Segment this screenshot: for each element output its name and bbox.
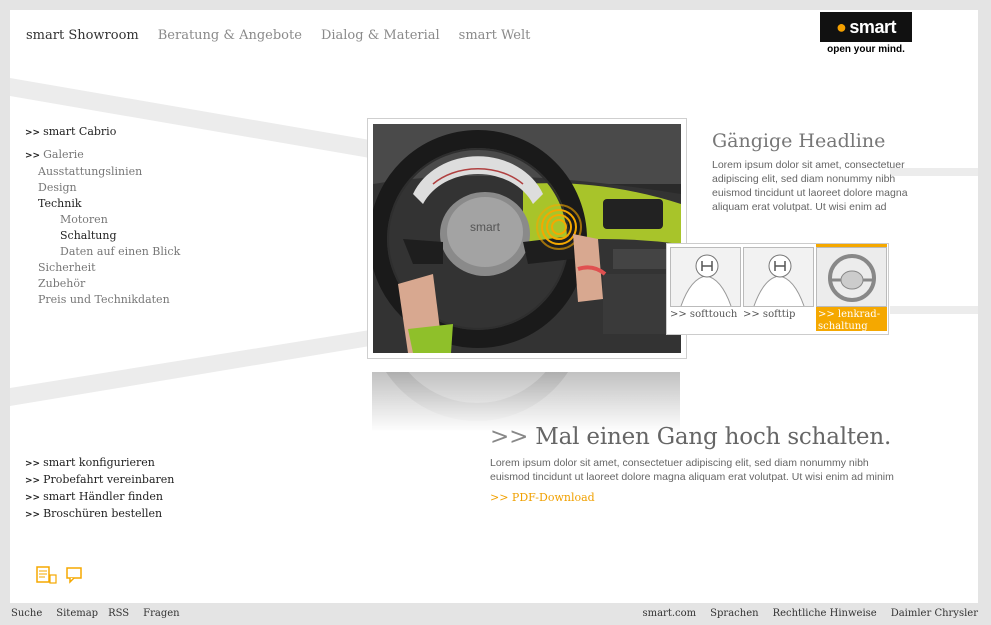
section-headline: Gängige Headline — [712, 130, 886, 152]
thumb-label: >> lenkrad-schaltung — [818, 309, 881, 332]
footer-link-smart-com[interactable]: smart.com — [642, 608, 696, 619]
headline-body-text: Lorem ipsum dolor sit amet, consectetuer… — [712, 159, 908, 213]
headline-arrow: >> — [490, 424, 529, 450]
action-label: Probefahrt vereinbaren — [43, 473, 175, 486]
document-icon[interactable] — [36, 566, 58, 584]
sidebar-item-zubehoer[interactable]: Zubehör — [25, 276, 180, 292]
arrow-icon: >> — [25, 510, 41, 520]
action-label: smart Händler finden — [43, 490, 164, 503]
sidebar-item-ausstattungslinien[interactable]: Ausstattungslinien — [25, 164, 180, 180]
nav-smart-showroom[interactable]: smart Showroom — [26, 28, 139, 43]
footer-left-links: Suche Sitemap RSS Fragen — [11, 608, 180, 619]
footer: Suche Sitemap RSS Fragen smart.com Sprac… — [0, 603, 991, 625]
thumb-label: >> softtouch — [670, 309, 738, 320]
footer-link-rss[interactable]: RSS — [108, 608, 129, 619]
action-label: Broschüren bestellen — [43, 507, 163, 520]
main-headline: >> Mal einen Gang hoch schalten. — [490, 424, 891, 450]
sidenav-head-label: smart Cabrio — [43, 125, 117, 138]
gear-lever-icon — [670, 247, 741, 307]
footer-link-suche[interactable]: Suche — [11, 608, 42, 619]
nav-beratung-angebote[interactable]: Beratung & Angebote — [158, 28, 302, 43]
footer-link-sitemap[interactable]: Sitemap — [56, 608, 98, 619]
arrow-icon: >> — [25, 493, 41, 503]
footer-link-fragen[interactable]: Fragen — [143, 608, 179, 619]
thumb-softtip[interactable]: >> softtip — [743, 247, 814, 331]
thumb-label: >> softtip — [743, 309, 796, 320]
chat-icon[interactable] — [66, 566, 84, 584]
arrow-icon: >> — [25, 151, 41, 161]
footer-link-sprachen[interactable]: Sprachen — [710, 608, 758, 619]
pdf-download-link[interactable]: >> PDF-Download — [490, 491, 595, 504]
logo-box: ● smart — [820, 12, 912, 42]
gearshift-thumbnails: >> softtouch >> softtip >> lenkrad-schal… — [666, 243, 889, 335]
main-body-text: Lorem ipsum dolor sit amet, consectetuer… — [490, 457, 894, 483]
headline-text: Mal einen Gang hoch schalten. — [535, 424, 892, 450]
steering-wheel-photo: smart — [367, 118, 687, 359]
nav-dialog-material[interactable]: Dialog & Material — [321, 28, 440, 43]
arrow-icon: >> — [25, 128, 41, 138]
thumb-lenkradschaltung[interactable]: >> lenkrad-schaltung — [816, 244, 887, 332]
action-broschueren[interactable]: >> Broschüren bestellen — [25, 506, 174, 523]
sidebar-item-technik[interactable]: Technik — [25, 196, 180, 212]
gear-lever-icon — [743, 247, 814, 307]
top-nav: smart Showroom Beratung & Angebote Dialo… — [26, 28, 549, 43]
sidebar-item-galerie[interactable]: >> Galerie — [25, 147, 180, 164]
logo-wordmark: smart — [849, 16, 896, 37]
footer-link-rechtliche-hinweise[interactable]: Rechtliche Hinweise — [773, 608, 877, 619]
logo-symbol-icon: ● — [836, 16, 847, 37]
sidebar-item-motoren[interactable]: Motoren — [25, 212, 180, 228]
arrow-icon: >> — [25, 476, 41, 486]
sidebar-item-label: Galerie — [43, 148, 84, 161]
sidebar-item-sicherheit[interactable]: Sicherheit — [25, 260, 180, 276]
steering-wheel-image: smart — [373, 124, 681, 353]
side-nav: >> smart Cabrio >> Galerie Ausstattungslin… — [25, 124, 180, 308]
nav-smart-welt[interactable]: smart Welt — [459, 28, 531, 43]
action-label: smart konfigurieren — [43, 456, 155, 469]
sidenav-head[interactable]: >> smart Cabrio — [25, 124, 180, 141]
logo-tagline: open your mind. — [827, 44, 905, 55]
sidebar-item-design[interactable]: Design — [25, 180, 180, 196]
steering-wheel-icon — [816, 247, 887, 307]
thumb-softtouch[interactable]: >> softtouch — [670, 247, 741, 331]
action-links: >> smart konfigurieren >> Probefahrt verei… — [25, 455, 174, 523]
page-frame: smart Showroom Beratung & Angebote Dialo… — [10, 10, 978, 603]
footer-link-daimler-chrysler[interactable]: Daimler Chrysler — [891, 608, 978, 619]
smart-logo[interactable]: ● smart open your mind. — [820, 12, 912, 55]
sidebar-item-daten[interactable]: Daten auf einen Blick — [25, 244, 180, 260]
action-probefahrt[interactable]: >> Probefahrt vereinbaren — [25, 472, 174, 489]
action-konfigurieren[interactable]: >> smart konfigurieren — [25, 455, 174, 472]
footer-right-links: smart.com Sprachen Rechtliche Hinweise D… — [642, 608, 978, 619]
utility-icons — [36, 566, 84, 584]
sidebar-item-schaltung[interactable]: Schaltung — [25, 228, 180, 244]
action-haendler[interactable]: >> smart Händler finden — [25, 489, 174, 506]
arrow-icon: >> — [25, 459, 41, 469]
svg-text:smart: smart — [470, 220, 501, 234]
sidebar-item-preis[interactable]: Preis und Technikdaten — [25, 292, 180, 308]
